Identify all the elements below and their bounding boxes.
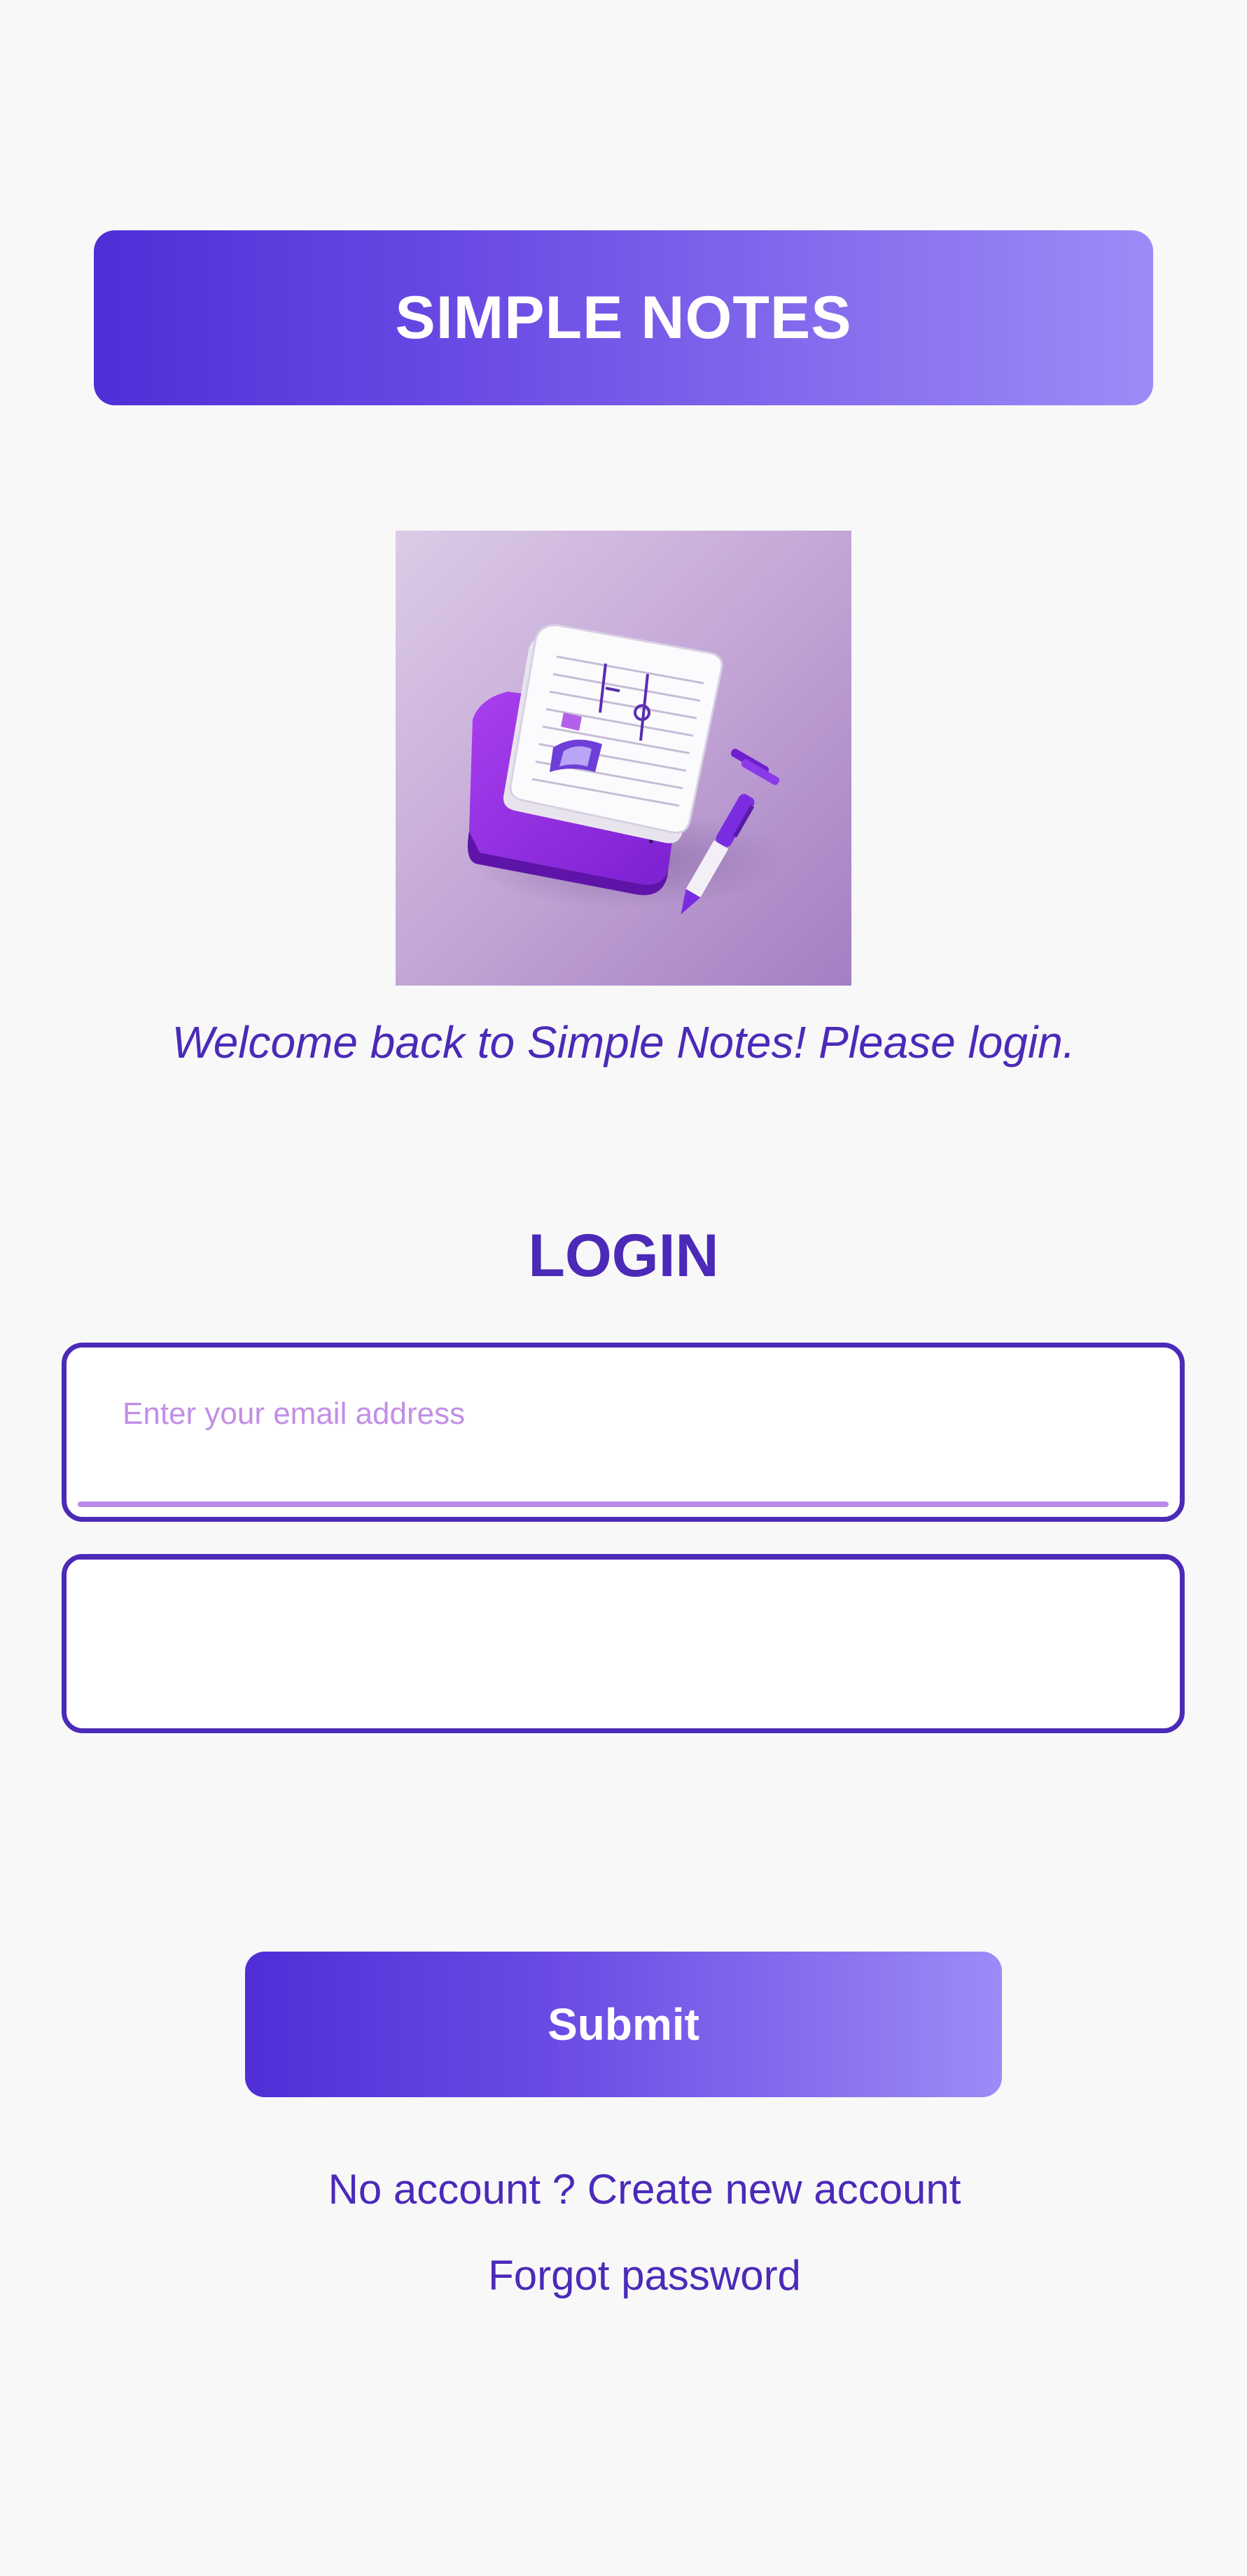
email-field[interactable] bbox=[62, 1343, 1185, 1522]
email-input[interactable] bbox=[67, 1382, 1180, 1446]
email-field-underline bbox=[78, 1502, 1169, 1507]
app-title: SIMPLE NOTES bbox=[395, 284, 852, 351]
forgot-password-link[interactable]: Forgot password bbox=[21, 2251, 1247, 2300]
create-account-link[interactable]: No account ? Create new account bbox=[21, 2165, 1247, 2213]
submit-button[interactable]: Submit bbox=[245, 1952, 1002, 2097]
welcome-message: Welcome back to Simple Notes! Please log… bbox=[172, 1017, 1075, 1068]
password-field[interactable] bbox=[62, 1554, 1185, 1733]
app-header-banner: SIMPLE NOTES bbox=[94, 230, 1153, 405]
login-heading: LOGIN bbox=[528, 1222, 719, 1289]
password-input[interactable] bbox=[67, 1559, 1180, 1728]
notebook-illustration-icon bbox=[396, 531, 851, 986]
